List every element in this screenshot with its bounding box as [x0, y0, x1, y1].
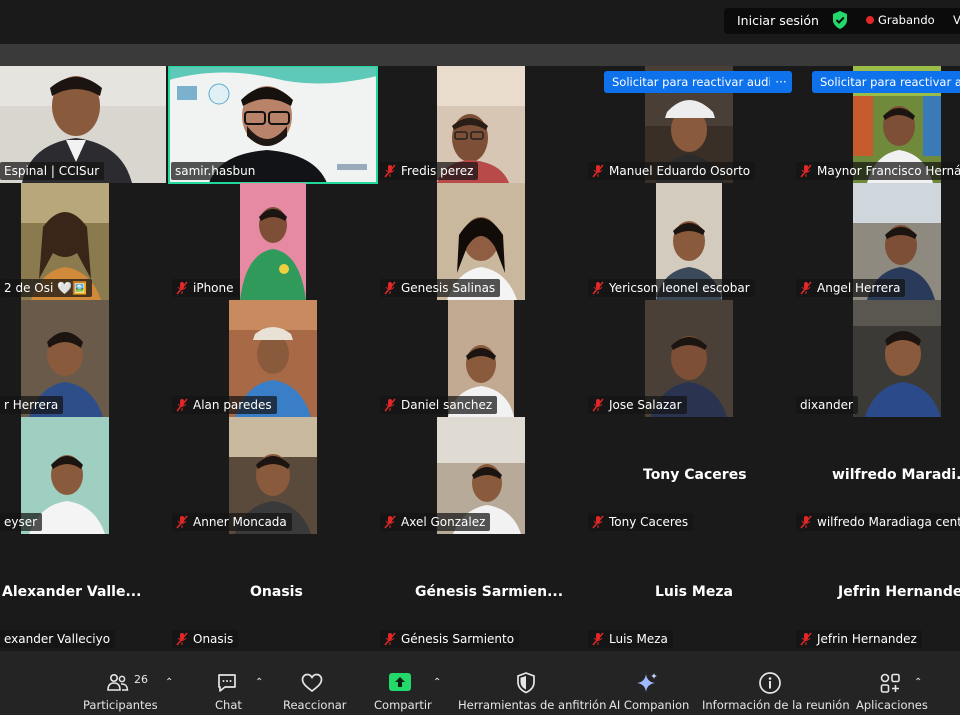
participant-name-tag: Axel Gonzalez [380, 513, 491, 531]
participant-name-tag: Angel Herrera [796, 279, 906, 297]
participant-name-tag: Onasis [172, 630, 239, 648]
muted-mic-icon [800, 515, 812, 529]
muted-mic-icon [176, 398, 188, 412]
apps-menu-caret[interactable]: ⌃ [914, 677, 922, 688]
participant-display-name: Génesis Sarmien... [415, 584, 564, 600]
muted-mic-icon [176, 281, 188, 295]
chat-icon [218, 674, 236, 692]
participant-name-tag: Daniel sanchez [380, 396, 498, 414]
participant-name-tag: Yericson leonel escobar [588, 279, 755, 297]
recording-label[interactable]: Grabando [878, 13, 935, 27]
ai-companion-label: AI Companion [609, 698, 690, 712]
participant-display-name: Onasis [250, 584, 303, 600]
meeting-top-bar: Iniciar sesión Grabando V [0, 0, 960, 44]
sign-in-link[interactable]: Iniciar sesión [737, 13, 819, 28]
muted-mic-icon [592, 164, 604, 178]
participant-name-tag: Manuel Eduardo Osorto [588, 162, 756, 180]
muted-mic-icon [800, 281, 812, 295]
muted-mic-icon [176, 632, 188, 646]
security-shield-icon[interactable] [831, 10, 849, 30]
participant-name-tag: Maynor Francisco Herná [796, 162, 960, 180]
more-options-button[interactable]: ··· [770, 71, 792, 93]
participant-name-tag: Génesis Sarmiento [380, 630, 520, 648]
heart-icon [301, 673, 323, 693]
chat-label: Chat [215, 698, 242, 712]
ai-companion-button[interactable]: AI Companion [604, 651, 690, 715]
participants-count: 26 [134, 673, 148, 686]
share-screen-button[interactable]: Compartir [370, 651, 432, 715]
participant-name-tag: dixander [796, 396, 858, 414]
participant-name-tag: exander Valleciyo [0, 630, 116, 648]
chat-button[interactable]: Chat [207, 651, 251, 715]
apps-label: Aplicaciones [856, 698, 928, 712]
reactions-label: Reaccionar [283, 698, 347, 712]
participant-display-name: Luis Meza [655, 584, 733, 600]
participant-name-tag: iPhone [172, 279, 239, 297]
muted-mic-icon [384, 515, 396, 529]
chat-menu-caret[interactable]: ⌃ [255, 677, 263, 688]
participants-label: Participantes [83, 698, 158, 712]
host-shield-icon [517, 672, 535, 694]
info-icon [759, 672, 781, 694]
participant-display-name: wilfredo Maradi... [832, 467, 960, 483]
meeting-info-button[interactable]: Información de la reunión [700, 651, 850, 715]
participant-name-tag: Luis Meza [588, 630, 673, 648]
view-menu[interactable]: V [953, 13, 960, 27]
host-tools-button[interactable]: Herramientas de anfitrión [456, 651, 606, 715]
video-iphone[interactable] [240, 183, 306, 300]
meeting-info-label: Información de la reunión [702, 698, 850, 712]
reactions-button[interactable]: Reaccionar [280, 651, 347, 715]
muted-mic-icon [384, 632, 396, 646]
video-dixander[interactable] [853, 300, 941, 417]
meeting-toolbar: 26 Participantes ⌃ Chat ⌃ Reaccionar Com… [0, 651, 960, 715]
video-frame [853, 300, 941, 417]
recording-dot-icon [866, 16, 874, 24]
participant-display-name: Tony Caceres [643, 467, 747, 483]
participant-name-tag: Alan paredes [172, 396, 277, 414]
sparkle-icon [637, 673, 657, 692]
request-unmute-button[interactable]: Solicitar para reactivar audio [812, 71, 960, 93]
muted-mic-icon [592, 281, 604, 295]
participants-menu-caret[interactable]: ⌃ [165, 677, 173, 688]
participant-name-tag: Fredis perez [380, 162, 479, 180]
participant-name-tag: Anner Moncada [172, 513, 292, 531]
video-frame [240, 183, 306, 300]
participant-display-name: Jefrin Hernandez [838, 584, 960, 600]
participant-name-tag: Jefrin Hernandez [796, 630, 922, 648]
request-unmute-button[interactable]: Solicitar para reactivar audio [604, 71, 787, 93]
host-tools-label: Herramientas de anfitrión [458, 698, 607, 712]
gallery-grid: Espinal | CCISur samir.hasbun Fredis per… [0, 66, 960, 651]
participant-name-tag: Genesis Salinas [380, 279, 501, 297]
muted-mic-icon [176, 515, 188, 529]
participant-name-tag: Espinal | CCISur [0, 162, 105, 180]
participant-name-tag: samir.hasbun [171, 162, 261, 180]
participant-name-tag: eyser [0, 513, 43, 531]
share-screen-icon [389, 673, 411, 691]
participant-name-tag: Tony Caceres [588, 513, 694, 531]
muted-mic-icon [384, 281, 396, 295]
apps-icon [880, 673, 900, 693]
participant-name-tag: Jose Salazar [588, 396, 687, 414]
participant-name-tag: r Herrera [0, 396, 64, 414]
muted-mic-icon [592, 515, 604, 529]
participants-icon [107, 673, 129, 691]
muted-mic-icon [800, 164, 812, 178]
participant-name-tag: wilfredo Maradiaga cent [796, 513, 960, 531]
share-menu-caret[interactable]: ⌃ [433, 677, 441, 688]
participant-display-name: Alexander Valle... [2, 584, 142, 600]
participants-button[interactable]: 26 Participantes [80, 651, 158, 715]
muted-mic-icon [800, 632, 812, 646]
muted-mic-icon [384, 398, 396, 412]
participant-name-tag: 2 de Osi 🤍🖼️ [0, 279, 92, 297]
muted-mic-icon [384, 164, 396, 178]
muted-mic-icon [592, 632, 604, 646]
share-screen-label: Compartir [374, 698, 432, 712]
top-strip [0, 44, 960, 66]
muted-mic-icon [592, 398, 604, 412]
